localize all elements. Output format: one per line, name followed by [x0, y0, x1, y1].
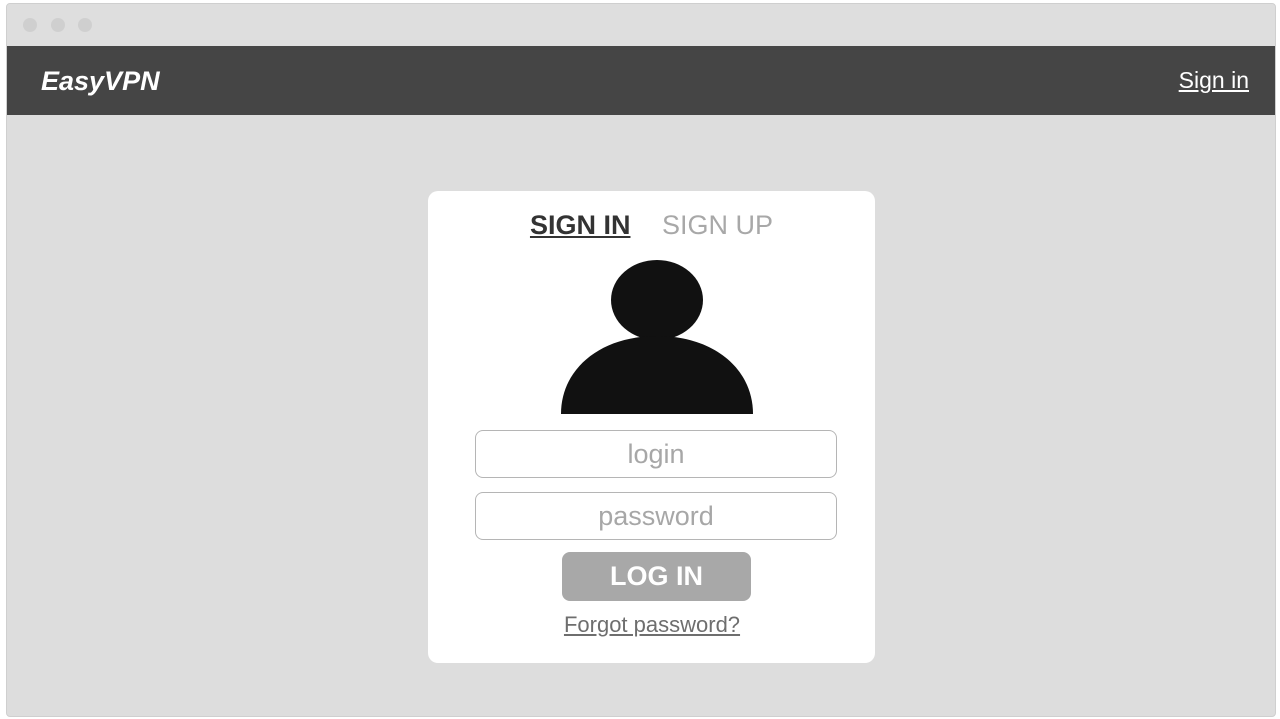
log-in-button[interactable]: LOG IN: [562, 552, 751, 601]
window-maximize-dot[interactable]: [78, 18, 92, 32]
auth-card: SIGN IN SIGN UP LOG IN Forgot password?: [428, 191, 875, 663]
window-minimize-dot[interactable]: [51, 18, 65, 32]
user-silhouette-icon: [561, 260, 753, 414]
navbar-sign-in-link[interactable]: Sign in: [1179, 66, 1249, 94]
window-titlebar: [7, 4, 1275, 46]
password-input[interactable]: [475, 492, 837, 540]
auth-tabs: SIGN IN SIGN UP: [428, 209, 875, 241]
forgot-password-link[interactable]: Forgot password?: [564, 612, 740, 637]
browser-window: EasyVPN Sign in SIGN IN SIGN UP LOG IN F…: [6, 3, 1276, 717]
login-input[interactable]: [475, 430, 837, 478]
tab-sign-up[interactable]: SIGN UP: [662, 209, 773, 241]
top-navbar: EasyVPN Sign in: [7, 46, 1275, 115]
window-close-dot[interactable]: [23, 18, 37, 32]
forgot-password-row: Forgot password?: [428, 612, 876, 638]
brand-logo: EasyVPN: [41, 66, 160, 96]
tab-sign-in[interactable]: SIGN IN: [530, 209, 631, 241]
